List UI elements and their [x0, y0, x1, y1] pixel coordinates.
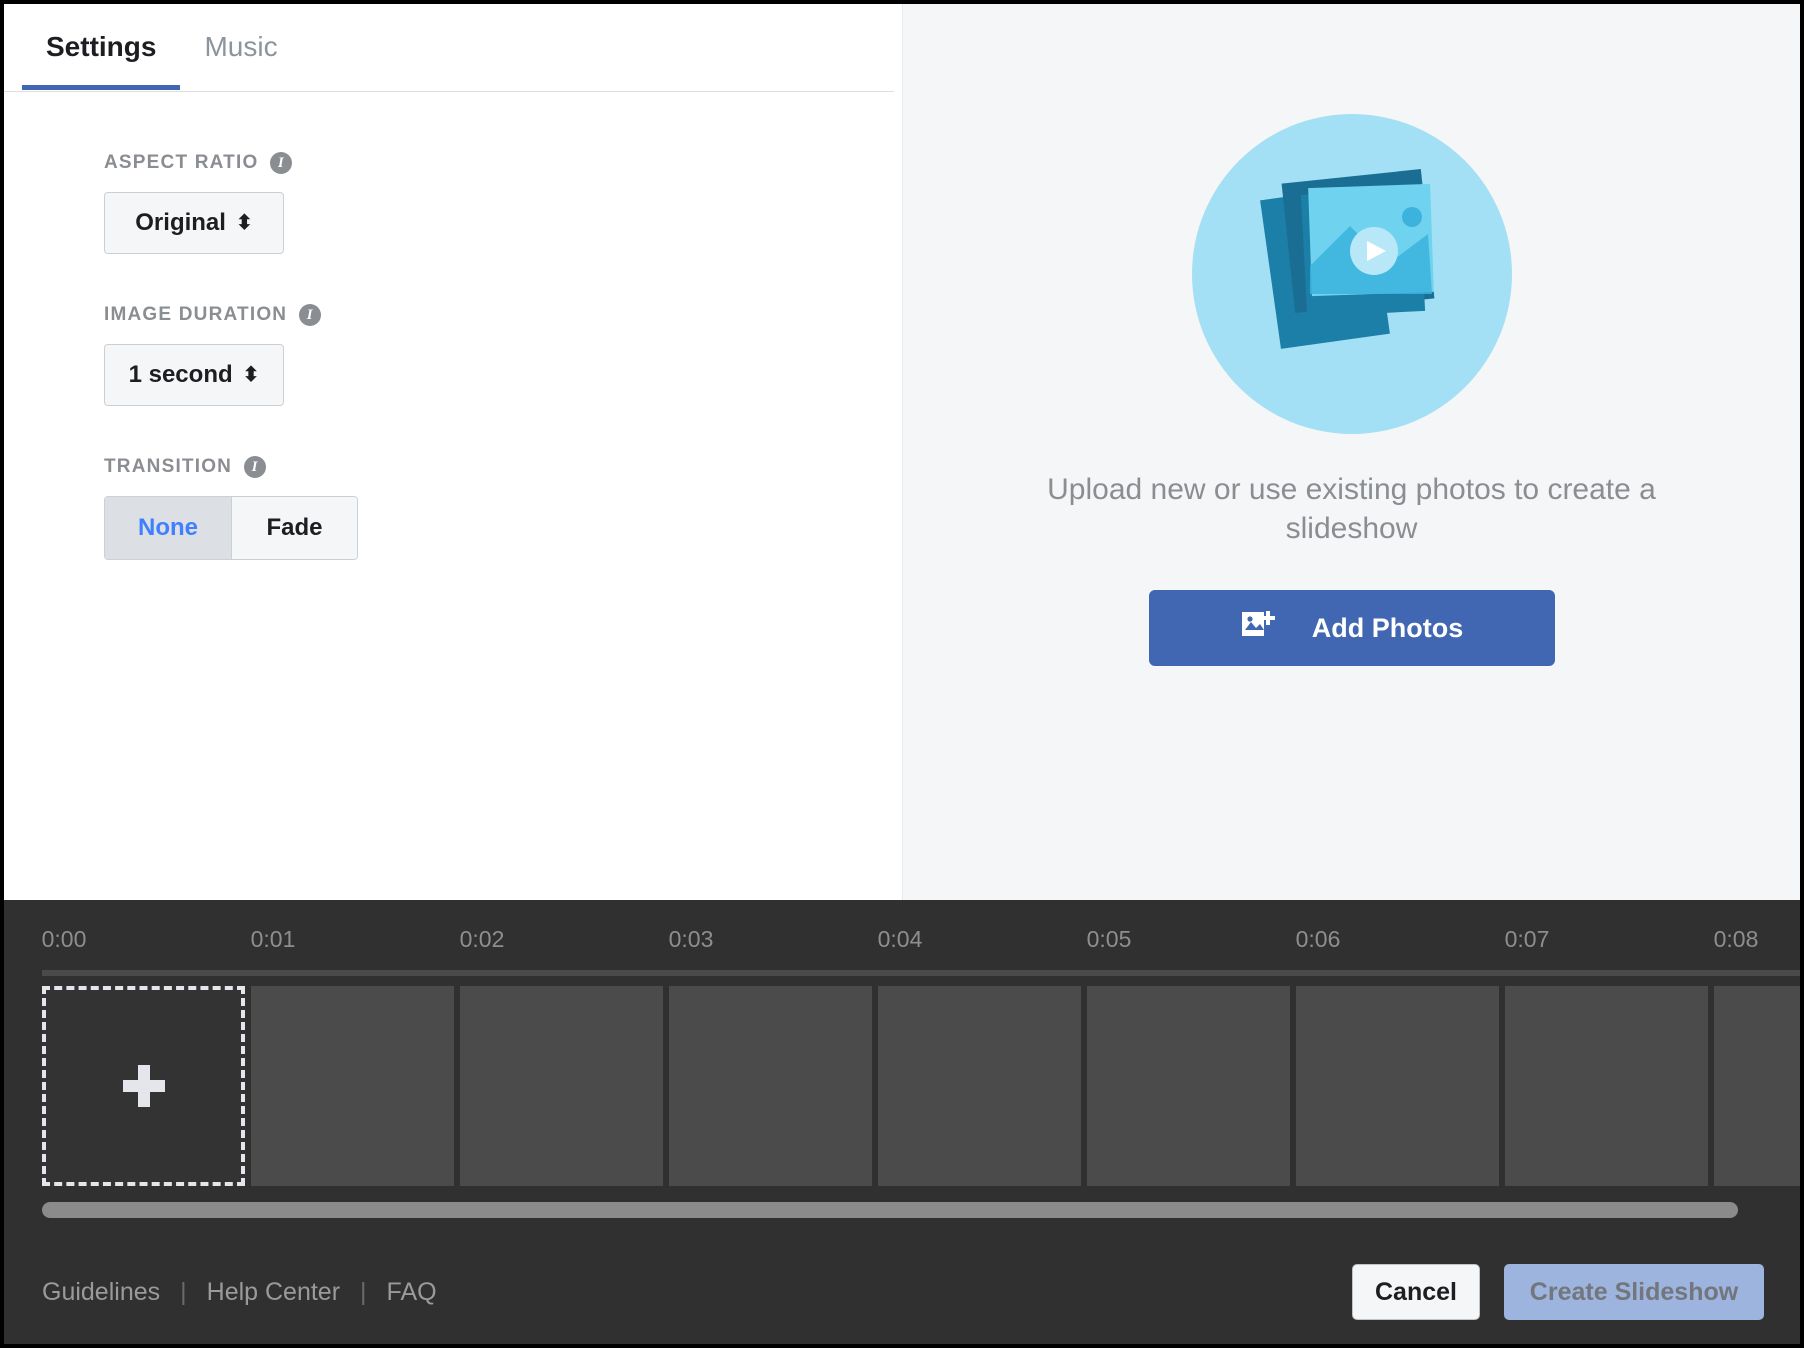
- settings-form: ASPECT RATIO i Original ⬍ IMAGE DURATION…: [4, 92, 902, 560]
- timeline-ruler-line: [42, 970, 1800, 976]
- info-icon[interactable]: i: [244, 456, 267, 478]
- footer-link-faq[interactable]: FAQ: [387, 1278, 437, 1307]
- empty-state: Upload new or use existing photos to cre…: [903, 114, 1800, 666]
- timeline-scrollbar[interactable]: [42, 1202, 1790, 1218]
- transition-label: TRANSITION: [104, 456, 233, 477]
- cancel-button-label: Cancel: [1375, 1277, 1457, 1306]
- footer-separator: |: [180, 1277, 187, 1306]
- timeline-scrollbar-thumb[interactable]: [42, 1202, 1738, 1218]
- transition-segmented-control: None Fade: [104, 496, 358, 560]
- info-icon[interactable]: i: [299, 304, 322, 326]
- timeline-tick: 0:04: [877, 926, 923, 952]
- tab-settings-label: Settings: [46, 31, 157, 62]
- chevron-updown-icon: ⬍: [235, 212, 253, 234]
- footer-link-guidelines[interactable]: Guidelines: [42, 1278, 160, 1307]
- field-aspect-ratio: ASPECT RATIO i Original ⬍: [104, 152, 902, 254]
- footer-separator: |: [360, 1277, 367, 1306]
- timeline-frame-slot[interactable]: [460, 986, 663, 1186]
- aspect-ratio-value: Original: [135, 209, 226, 236]
- footer-bar: Guidelines | Help Center | FAQ Cancel Cr…: [4, 1240, 1800, 1344]
- timeline-tick: 0:05: [1086, 926, 1132, 952]
- timeline: 0:00 0:01 0:02 0:03 0:04 0:05 0:06 0:07 0:08: [4, 900, 1800, 1240]
- photo-stack-video-icon: [1191, 114, 1512, 434]
- create-slideshow-button-label: Create Slideshow: [1529, 1277, 1739, 1306]
- slideshow-composer-window: Settings Music ASPECT RATIO i Original ⬍: [0, 0, 1804, 1348]
- preview-panel: Upload new or use existing photos to cre…: [902, 4, 1800, 900]
- timeline-tick: 0:03: [668, 926, 714, 952]
- tab-settings[interactable]: Settings: [22, 4, 181, 90]
- timeline-ruler: 0:00 0:01 0:02 0:03 0:04 0:05 0:06 0:07 0:08: [42, 900, 1762, 972]
- transition-option-none-label: None: [138, 514, 198, 541]
- chevron-updown-icon: ⬍: [242, 364, 260, 386]
- tab-music[interactable]: Music: [180, 4, 301, 90]
- add-photos-button[interactable]: Add Photos: [1148, 590, 1555, 666]
- plus-icon: [122, 1065, 165, 1107]
- timeline-tick: 0:08: [1713, 926, 1759, 952]
- image-duration-label: IMAGE DURATION: [104, 304, 288, 325]
- aspect-ratio-select[interactable]: Original ⬍: [104, 192, 284, 254]
- empty-state-text: Upload new or use existing photos to cre…: [1047, 473, 1656, 545]
- add-photos-button-label: Add Photos: [1311, 612, 1464, 643]
- transition-option-fade-label: Fade: [266, 514, 323, 541]
- top-region: Settings Music ASPECT RATIO i Original ⬍: [4, 4, 1800, 900]
- timeline-tick: 0:01: [250, 926, 296, 952]
- image-duration-select[interactable]: 1 second ⬍: [104, 344, 284, 406]
- transition-option-none[interactable]: None: [105, 497, 231, 559]
- timeline-tick: 0:02: [459, 926, 505, 952]
- timeline-frame-slot[interactable]: [878, 986, 1081, 1186]
- timeline-frame-slot[interactable]: [1296, 986, 1499, 1186]
- aspect-ratio-label-row: ASPECT RATIO i: [104, 152, 902, 174]
- settings-panel: Settings Music ASPECT RATIO i Original ⬍: [4, 4, 902, 900]
- add-photo-icon: [1240, 608, 1278, 649]
- add-frame-button[interactable]: [42, 986, 245, 1186]
- image-duration-label-row: IMAGE DURATION i: [104, 304, 902, 326]
- field-transition: TRANSITION i None Fade: [104, 456, 902, 560]
- timeline-tick: 0:06: [1295, 926, 1341, 952]
- aspect-ratio-label: ASPECT RATIO: [104, 152, 259, 173]
- transition-label-row: TRANSITION i: [104, 456, 902, 478]
- timeline-frame-slot[interactable]: [1505, 986, 1708, 1186]
- cancel-button[interactable]: Cancel: [1352, 1264, 1480, 1320]
- info-icon[interactable]: i: [270, 152, 293, 174]
- timeline-frame-slot[interactable]: [1714, 986, 1800, 1186]
- timeline-tick: 0:00: [41, 926, 87, 952]
- create-slideshow-button[interactable]: Create Slideshow: [1504, 1264, 1764, 1320]
- footer-link-help-center[interactable]: Help Center: [207, 1278, 340, 1307]
- image-duration-value: 1 second: [128, 361, 233, 388]
- timeline-frame-slot[interactable]: [1087, 986, 1290, 1186]
- tab-bar: Settings Music: [4, 4, 894, 92]
- transition-option-fade[interactable]: Fade: [231, 497, 357, 559]
- field-image-duration: IMAGE DURATION i 1 second ⬍: [104, 304, 902, 406]
- timeline-tick: 0:07: [1504, 926, 1550, 952]
- footer-actions: Cancel Create Slideshow: [1352, 1264, 1764, 1320]
- timeline-frame-slot[interactable]: [251, 986, 454, 1186]
- timeline-frames: [42, 986, 1800, 1186]
- footer-links: Guidelines | Help Center | FAQ: [42, 1278, 437, 1307]
- timeline-frame-slot[interactable]: [669, 986, 872, 1186]
- tab-music-label: Music: [204, 31, 278, 62]
